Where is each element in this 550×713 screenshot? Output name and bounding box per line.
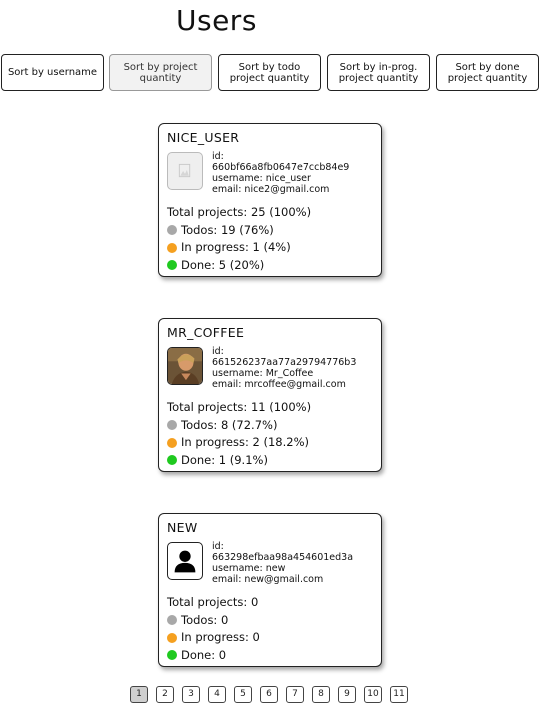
page-button-2[interactable]: 2: [156, 686, 174, 703]
project-stats: Total projects: 25 (100%) Todos: 19 (76%…: [167, 204, 311, 274]
user-id-label: id:: [212, 541, 224, 552]
page-button-7[interactable]: 7: [286, 686, 304, 703]
in-progress-count: In progress: 2 (18.2%): [181, 435, 309, 449]
page-button-3[interactable]: 3: [182, 686, 200, 703]
done-count: Done: 5 (20%): [181, 257, 265, 272]
sort-by-in-progress-quantity-button[interactable]: Sort by in-prog. project quantity: [327, 54, 430, 91]
done-count: Done: 0: [181, 647, 227, 662]
user-photo-avatar: [167, 347, 203, 385]
user-id: 663298efbaa98a454601ed3a: [212, 552, 354, 563]
page-button-10[interactable]: 10: [364, 686, 382, 703]
user-card[interactable]: NEW id: 663298efbaa98a454601ed3a usernam…: [158, 513, 382, 667]
sort-toolbar: Sort by username Sort by project quantit…: [1, 54, 549, 94]
user-info: id: 661526237aa77a29794776b3 username: M…: [212, 346, 356, 390]
user-id: 660bf66a8fb0647e7ccb84e9: [212, 162, 350, 173]
sort-by-username-button[interactable]: Sort by username: [1, 54, 104, 91]
page-button-9[interactable]: 9: [338, 686, 356, 703]
user-display-name: NEW: [167, 520, 198, 535]
in-progress-count: In progress: 0: [181, 630, 260, 644]
sort-by-todo-quantity-button[interactable]: Sort by todo project quantity: [218, 54, 321, 91]
page-button-6[interactable]: 6: [260, 686, 278, 703]
page-button-11[interactable]: 11: [390, 686, 408, 703]
user-display-name: NICE_USER: [167, 130, 240, 145]
user-info: id: 660bf66a8fb0647e7ccb84e9 username: n…: [212, 151, 349, 195]
user-id-label: id:: [212, 346, 224, 357]
project-stats: Total projects: 11 (100%) Todos: 8 (72.7…: [167, 399, 311, 469]
total-projects: Total projects: 25 (100%): [167, 205, 312, 219]
sort-by-project-quantity-button[interactable]: Sort by project quantity: [109, 54, 212, 91]
user-email: email: nice2@gmail.com: [212, 184, 330, 195]
user-id: 661526237aa77a29794776b3: [212, 357, 357, 368]
user-email: email: new@gmail.com: [212, 574, 324, 585]
todos-count: Todos: 19 (76%): [181, 222, 274, 237]
sort-by-done-quantity-button[interactable]: Sort by done project quantity: [436, 54, 539, 91]
done-status-dot: [167, 455, 177, 466]
in-progress-count: In progress: 1 (4%): [181, 240, 291, 254]
todos-count: Todos: 8 (72.7%): [181, 417, 278, 432]
done-count: Done: 1 (9.1%): [181, 452, 268, 467]
page-button-8[interactable]: 8: [312, 686, 330, 703]
in-progress-status-dot: [167, 632, 177, 643]
user-display-name: MR_COFFEE: [167, 325, 245, 340]
page-button-5[interactable]: 5: [234, 686, 252, 703]
user-username: username: nice_user: [212, 173, 311, 184]
page-button-4[interactable]: 4: [208, 686, 226, 703]
total-projects: Total projects: 11 (100%): [167, 400, 312, 414]
in-progress-status-dot: [167, 437, 177, 448]
user-email: email: mrcoffee@gmail.com: [212, 379, 346, 390]
total-projects: Total projects: 0: [167, 595, 259, 609]
in-progress-status-dot: [167, 242, 177, 253]
page-title: Users: [176, 4, 257, 37]
user-info: id: 663298efbaa98a454601ed3a username: n…: [212, 541, 353, 585]
person-icon: [167, 542, 203, 580]
user-card[interactable]: NICE_USER id: 660bf66a8fb0647e7ccb84e9 u…: [158, 123, 382, 277]
user-id-label: id:: [212, 151, 224, 162]
todo-status-dot: [167, 615, 177, 626]
todo-status-dot: [167, 225, 177, 236]
page-button-1[interactable]: 1: [130, 686, 148, 703]
project-stats: Total projects: 0 Todos: 0 In progress: …: [167, 594, 260, 664]
todos-count: Todos: 0: [181, 612, 229, 627]
user-username: username: new: [212, 563, 286, 574]
done-status-dot: [167, 260, 177, 271]
user-username: username: Mr_Coffee: [212, 368, 314, 379]
todo-status-dot: [167, 420, 177, 431]
done-status-dot: [167, 650, 177, 661]
broken-image-icon: [167, 152, 203, 190]
user-card[interactable]: MR_COFFEE id: 661526237aa77a29794776b3 u…: [158, 318, 382, 472]
